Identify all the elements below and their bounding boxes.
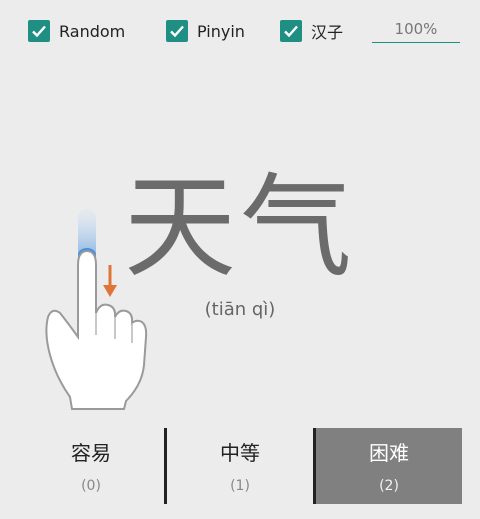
hanzi-checkbox[interactable] (280, 20, 302, 42)
difficulty-choices: 容易 (0) 中等 (1) 困难 (2) (18, 428, 462, 504)
pinyin-label: Pinyin (197, 21, 245, 41)
medium-count: (1) (230, 478, 250, 494)
zoom-field[interactable]: 100% (372, 16, 460, 43)
easy-count: (0) (81, 478, 101, 494)
random-option[interactable]: Random (28, 18, 125, 44)
medium-label: 中等 (220, 441, 260, 465)
check-icon (170, 25, 184, 38)
hanzi-label: 汉子 (311, 23, 344, 42)
pinyin-option[interactable]: Pinyin (166, 18, 245, 44)
medium-button[interactable]: 中等 (1) (164, 428, 313, 504)
options-bar: Random Pinyin 汉子 100% (0, 0, 480, 62)
hard-button[interactable]: 困难 (2) (313, 428, 462, 504)
pinyin-checkbox[interactable] (166, 20, 188, 42)
hard-count: (2) (379, 478, 399, 494)
swipe-down-hand-icon (45, 209, 148, 410)
easy-button[interactable]: 容易 (0) (18, 428, 164, 504)
check-icon (284, 25, 298, 38)
random-checkbox[interactable] (28, 20, 50, 42)
random-label: Random (59, 21, 126, 41)
check-icon (32, 25, 46, 38)
hanzi-option[interactable]: 汉子 (280, 18, 343, 44)
easy-label: 容易 (71, 441, 111, 465)
hard-label: 困难 (369, 441, 409, 465)
